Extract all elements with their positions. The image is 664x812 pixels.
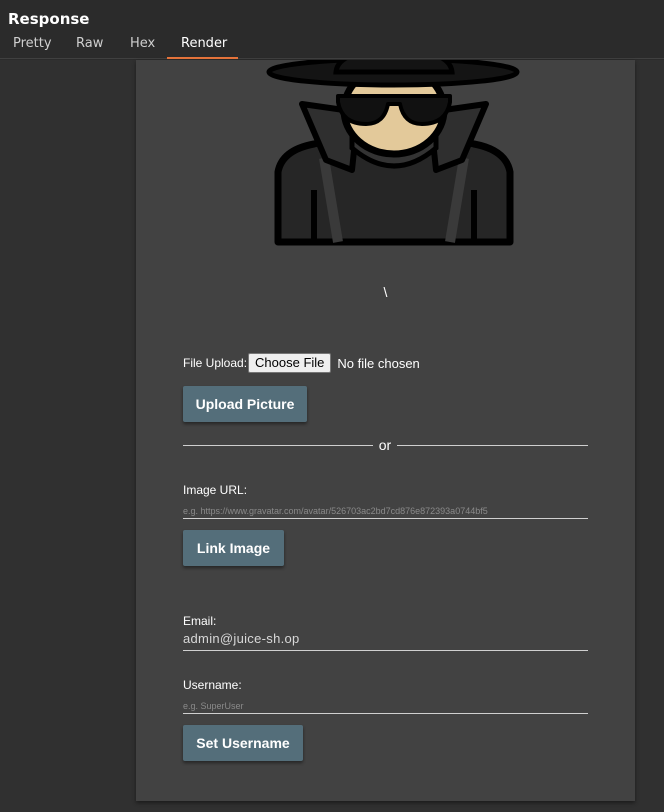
image-url-input[interactable] [183, 503, 588, 519]
email-label: Email: [183, 614, 217, 628]
image-url-label: Image URL: [183, 483, 248, 497]
tab-hex[interactable]: Hex [130, 36, 155, 58]
response-panel-header: Response Pretty Raw Hex Render [0, 0, 664, 59]
link-image-button[interactable]: Link Image [183, 530, 284, 566]
tab-pretty[interactable]: Pretty [13, 36, 52, 58]
set-username-button[interactable]: Set Username [183, 725, 303, 761]
hacker-avatar-icon [266, 60, 520, 246]
tab-raw[interactable]: Raw [76, 36, 103, 58]
file-upload-label: File Upload: [183, 356, 248, 370]
or-divider: or [183, 437, 588, 453]
upload-picture-button[interactable]: Upload Picture [183, 386, 307, 422]
email-field: admin@juice-sh.op [183, 631, 588, 651]
profile-card: \ File Upload: Choose File No file chose… [136, 60, 635, 801]
tab-render[interactable]: Render [167, 36, 238, 59]
file-status-text: No file chosen [337, 355, 420, 371]
file-upload-row: File Upload: Choose File No file chosen [183, 353, 420, 373]
username-input[interactable] [183, 698, 588, 714]
username-label: Username: [183, 678, 242, 692]
divider-text: or [378, 437, 392, 453]
render-area: \ File Upload: Choose File No file chose… [0, 60, 664, 812]
choose-file-button[interactable]: Choose File [248, 353, 332, 373]
divider-line-right [397, 445, 588, 446]
divider-line-left [183, 445, 373, 446]
panel-title: Response [8, 10, 90, 28]
username-display: \ [383, 284, 388, 300]
